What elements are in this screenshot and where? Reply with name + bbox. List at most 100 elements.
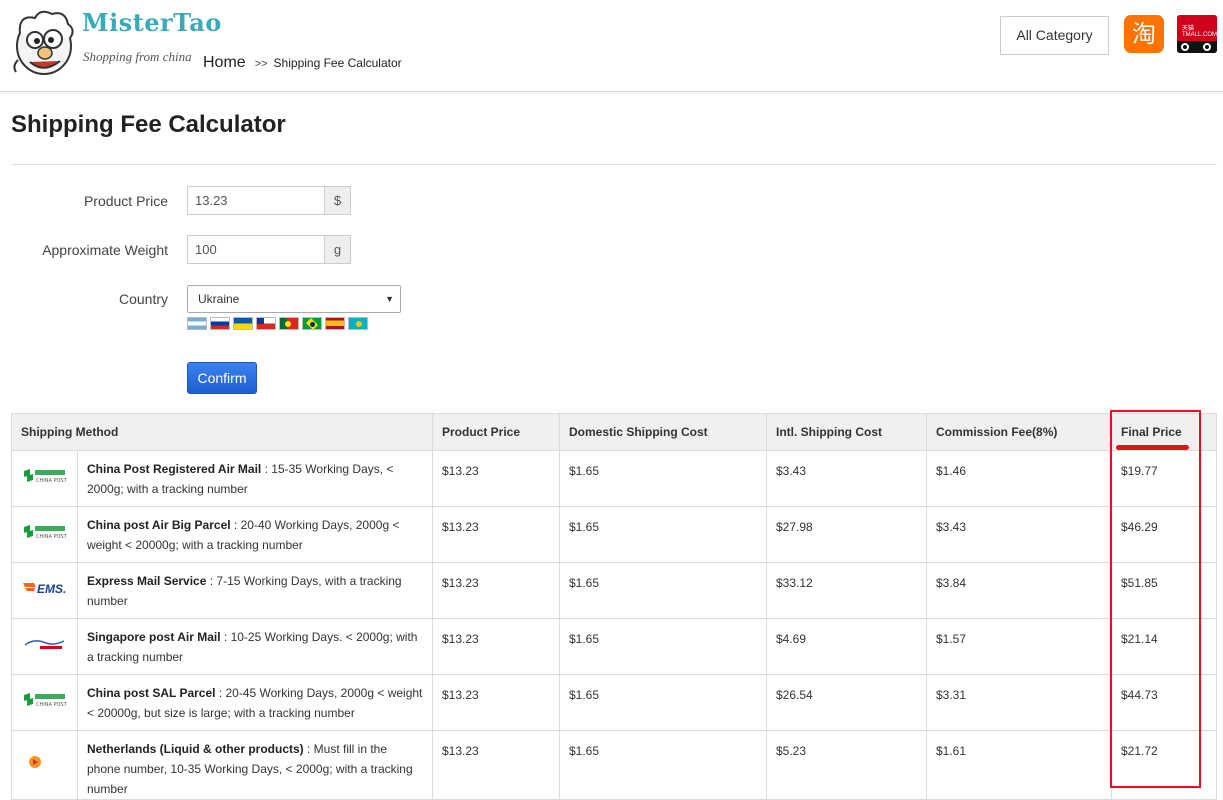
confirm-button[interactable]: Confirm [187,362,257,394]
weight-input[interactable]: 100 [187,235,324,264]
domestic-cost-cell: $1.65 [559,562,767,619]
commission-cell: $1.61 [926,730,1112,800]
commission-cell: $1.46 [926,450,1112,507]
tmall-label: 天猫 TMALL.COM [1177,15,1217,41]
mascot-logo-icon[interactable] [10,4,80,78]
postnl-logo-icon [22,753,68,771]
final-price-cell: $21.72 [1111,730,1217,800]
product-price-input[interactable]: 13.23 [187,186,324,215]
table-row: CHINA POST China Post Registered Air Mai… [11,450,1217,507]
product-price-unit: $ [324,186,351,215]
breadcrumb-current: Shipping Fee Calculator [273,56,402,70]
svg-text:CHINA POST: CHINA POST [36,702,68,708]
portugal-flag-icon[interactable] [279,317,299,330]
header-product-price: Product Price [432,413,560,451]
logo-title[interactable]: MisterTao [82,8,222,37]
product-price-cell: $13.23 [432,730,560,800]
domestic-cost-cell: $1.65 [559,450,767,507]
logo-subtitle: Shopping from china [83,49,192,64]
china-post-logo-icon: CHINA POST [22,523,68,541]
country-selected-value: Ukraine [198,292,240,306]
commission-cell: $1.57 [926,618,1112,675]
brazil-flag-icon[interactable] [302,317,322,330]
argentina-flag-icon[interactable] [187,317,207,330]
final-price-cell: $21.14 [1111,618,1217,675]
table-header-row: Shipping Method Product Price Domestic S… [11,413,1217,451]
commission-cell: $3.43 [926,506,1112,563]
china-post-logo-icon: CHINA POST [22,467,68,485]
svg-text:CHINA POST: CHINA POST [36,478,68,484]
china-post-logo-icon: CHINA POST [22,691,68,709]
product-price-cell: $13.23 [432,618,560,675]
method-name: Express Mail Service [87,574,207,588]
intl-cost-cell: $5.23 [766,730,927,800]
final-price-cell: $46.29 [1111,506,1217,563]
breadcrumb-separator: >> [254,58,268,70]
spain-flag-icon[interactable] [325,317,345,330]
breadcrumb-home-link[interactable]: Home [203,54,246,72]
domestic-cost-cell: $1.65 [559,730,767,800]
method-name: Singapore post Air Mail [87,630,221,644]
intl-cost-cell: $33.12 [766,562,927,619]
header-commission-fee: Commission Fee(8%) [926,413,1112,451]
final-price-cell: $51.85 [1111,562,1217,619]
intl-cost-cell: $3.43 [766,450,927,507]
shipping-table: Shipping Method Product Price Domestic S… [11,413,1217,800]
country-label: Country [118,291,168,307]
svg-text:EMS.: EMS. [37,582,66,596]
carrier-logo-cell [11,730,78,800]
intl-cost-cell: $27.98 [766,506,927,563]
header-intl-shipping: Intl. Shipping Cost [766,413,927,451]
ukraine-flag-icon[interactable] [233,317,253,330]
header-domestic-shipping: Domestic Shipping Cost [559,413,767,451]
all-category-button[interactable]: All Category [1000,16,1109,55]
country-flags [187,317,368,330]
method-name: Netherlands (Liquid & other products) [87,742,304,756]
domestic-cost-cell: $1.65 [559,618,767,675]
svg-text:CHINA POST: CHINA POST [36,534,68,540]
domestic-cost-cell: $1.65 [559,506,767,563]
final-price-cell: $44.73 [1111,674,1217,731]
table-row: CHINA POST China post Air Big Parcel : 2… [11,506,1217,563]
weight-label: Approximate Weight [42,242,168,258]
product-price-label: Product Price [83,193,168,209]
table-row: CHINA POST China post SAL Parcel : 20-45… [11,674,1217,731]
ems-logo-icon: EMS. [22,579,68,597]
table-row: Netherlands (Liquid & other products) : … [11,730,1217,800]
breadcrumb: Home >> Shipping Fee Calculator [203,54,402,72]
chevron-down-icon: ▼ [385,294,394,304]
weight-unit: g [324,235,351,264]
carrier-logo-cell [11,618,78,675]
carrier-logo-cell: CHINA POST [11,506,78,563]
shipping-method-cell: Netherlands (Liquid & other products) : … [77,730,433,800]
page-title: Shipping Fee Calculator [11,111,286,138]
final-price-underline-mark [1116,445,1189,450]
carrier-logo-cell: CHINA POST [11,674,78,731]
product-price-cell: $13.23 [432,450,560,507]
chile-flag-icon[interactable] [256,317,276,330]
shipping-method-cell: China post SAL Parcel : 20-45 Working Da… [77,674,433,731]
shipping-method-cell: China Post Registered Air Mail : 15-35 W… [77,450,433,507]
kazakhstan-flag-icon[interactable] [348,317,368,330]
russia-flag-icon[interactable] [210,317,230,330]
method-name: China post SAL Parcel [87,686,216,700]
product-price-cell: $13.23 [432,674,560,731]
country-select[interactable]: Ukraine ▼ [187,285,401,313]
product-price-group: 13.23 $ [187,186,351,215]
taobao-icon[interactable]: 淘 [1124,15,1164,53]
tmall-icon[interactable]: 天猫 TMALL.COM [1177,15,1217,53]
commission-cell: $3.31 [926,674,1112,731]
domestic-cost-cell: $1.65 [559,674,767,731]
shipping-method-cell: China post Air Big Parcel : 20-40 Workin… [77,506,433,563]
weight-group: 100 g [187,235,351,264]
final-price-cell: $19.77 [1111,450,1217,507]
title-divider [11,164,1217,165]
table-row: EMS. Express Mail Service : 7-15 Working… [11,562,1217,619]
shipping-method-cell: Singapore post Air Mail : 10-25 Working … [77,618,433,675]
table-row: Singapore post Air Mail : 10-25 Working … [11,618,1217,675]
carrier-logo-cell: EMS. [11,562,78,619]
product-price-cell: $13.23 [432,506,560,563]
intl-cost-cell: $4.69 [766,618,927,675]
method-name: China post Air Big Parcel [87,518,231,532]
intl-cost-cell: $26.54 [766,674,927,731]
